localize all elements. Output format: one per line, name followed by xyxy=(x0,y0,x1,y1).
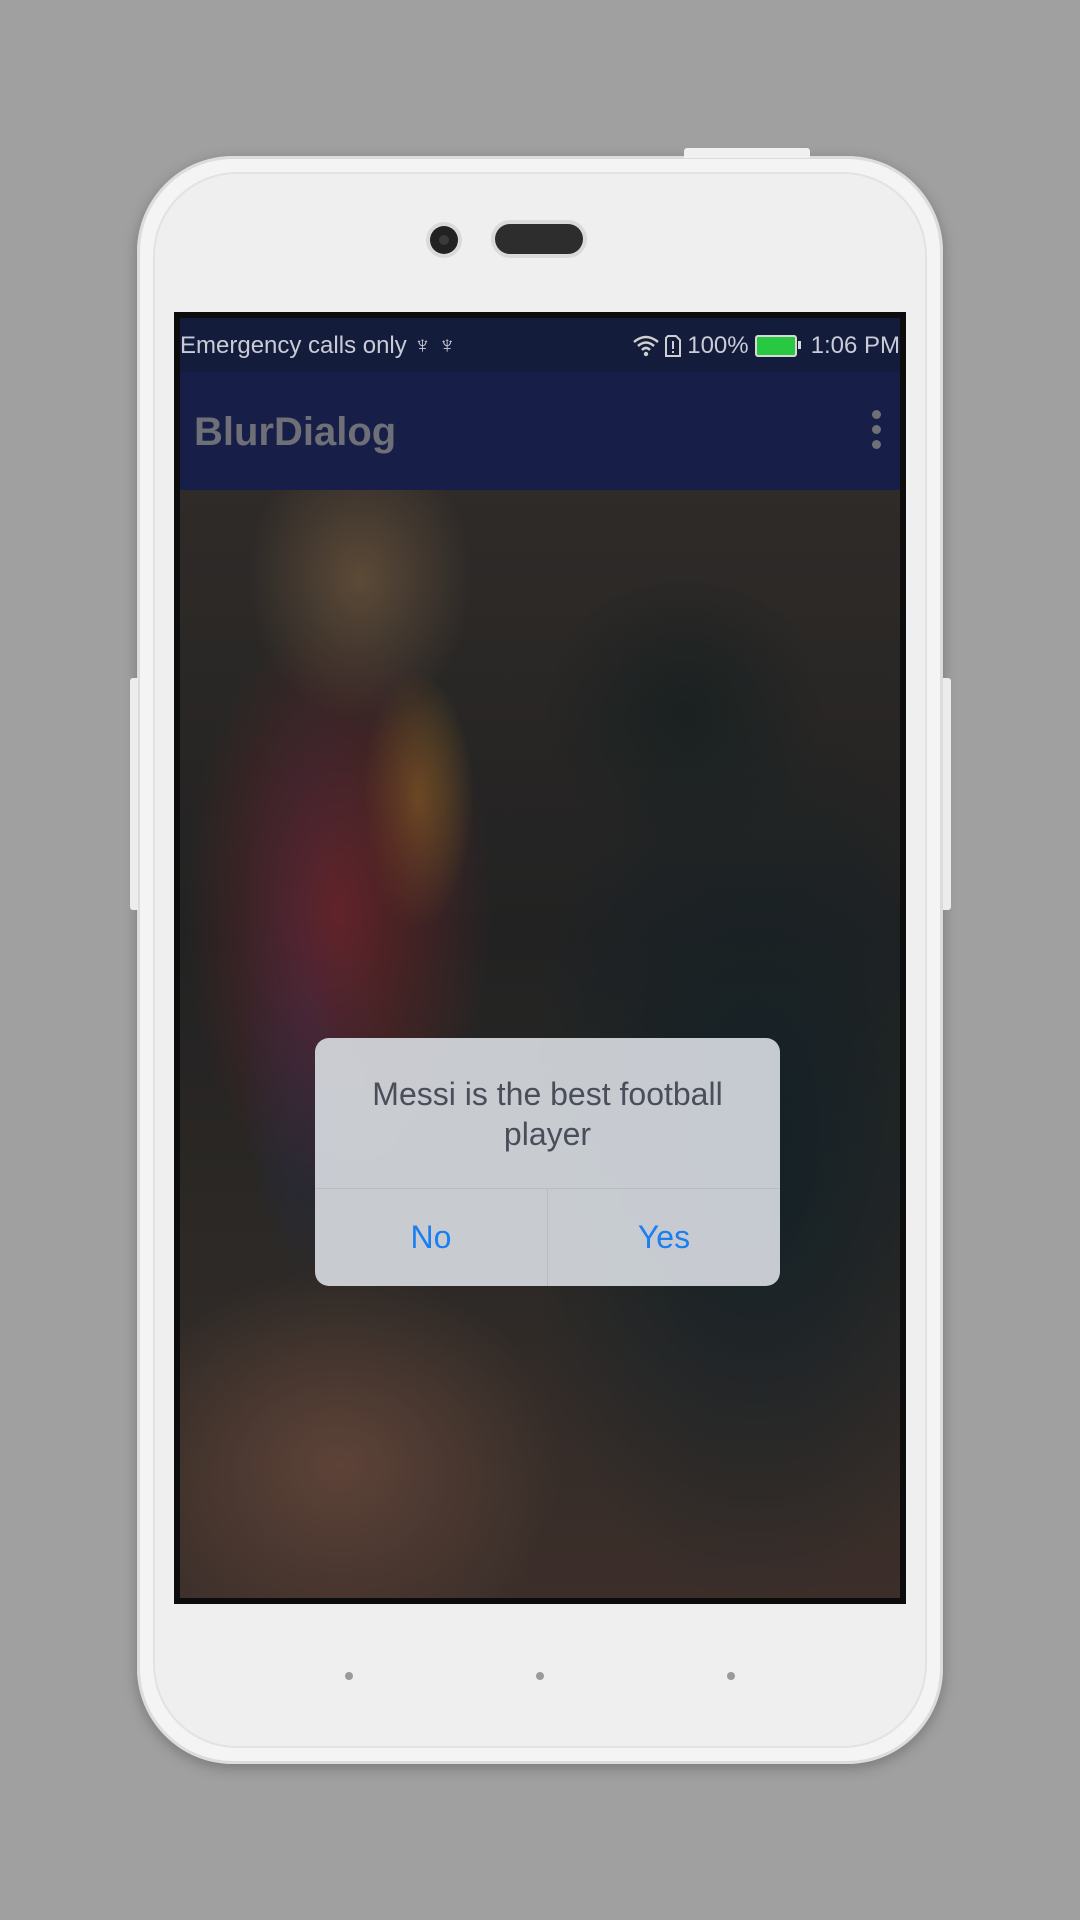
overflow-menu-icon[interactable] xyxy=(872,410,882,450)
status-bar: Emergency calls only ♆ ♆ 100% 1:06 PM xyxy=(180,318,900,372)
battery-percent: 100% xyxy=(687,332,749,359)
power-button xyxy=(684,148,810,158)
volume-button xyxy=(943,678,951,910)
app-bar: BlurDialog xyxy=(180,372,900,490)
status-right: 100% 1:06 PM xyxy=(633,332,900,360)
wifi-icon xyxy=(633,335,660,357)
side-button-left xyxy=(130,678,138,910)
front-camera xyxy=(430,226,458,254)
blur-dialog: Messi is the best football player No Yes xyxy=(315,1038,780,1286)
app-title: BlurDialog xyxy=(194,410,397,454)
phone-screen: Emergency calls only ♆ ♆ 100% 1:06 PM Bl… xyxy=(174,312,906,1604)
nav-back-dot[interactable] xyxy=(345,1672,353,1680)
carrier-text: Emergency calls only xyxy=(180,332,407,359)
yes-button[interactable]: Yes xyxy=(548,1189,780,1286)
earpiece-speaker xyxy=(495,224,583,254)
sim-alert-icon xyxy=(665,335,682,357)
nav-recents-dot[interactable] xyxy=(727,1672,735,1680)
clock: 1:06 PM xyxy=(810,332,900,359)
usb-icon: ♆ ♆ xyxy=(413,332,457,359)
dialog-message: Messi is the best football player xyxy=(372,1076,723,1152)
background-photo: Messi is the best football player No Yes xyxy=(180,490,900,1598)
no-button[interactable]: No xyxy=(315,1189,547,1286)
status-left: Emergency calls only ♆ ♆ xyxy=(180,332,456,360)
nav-home-dot[interactable] xyxy=(536,1672,544,1680)
battery-icon xyxy=(754,335,801,357)
